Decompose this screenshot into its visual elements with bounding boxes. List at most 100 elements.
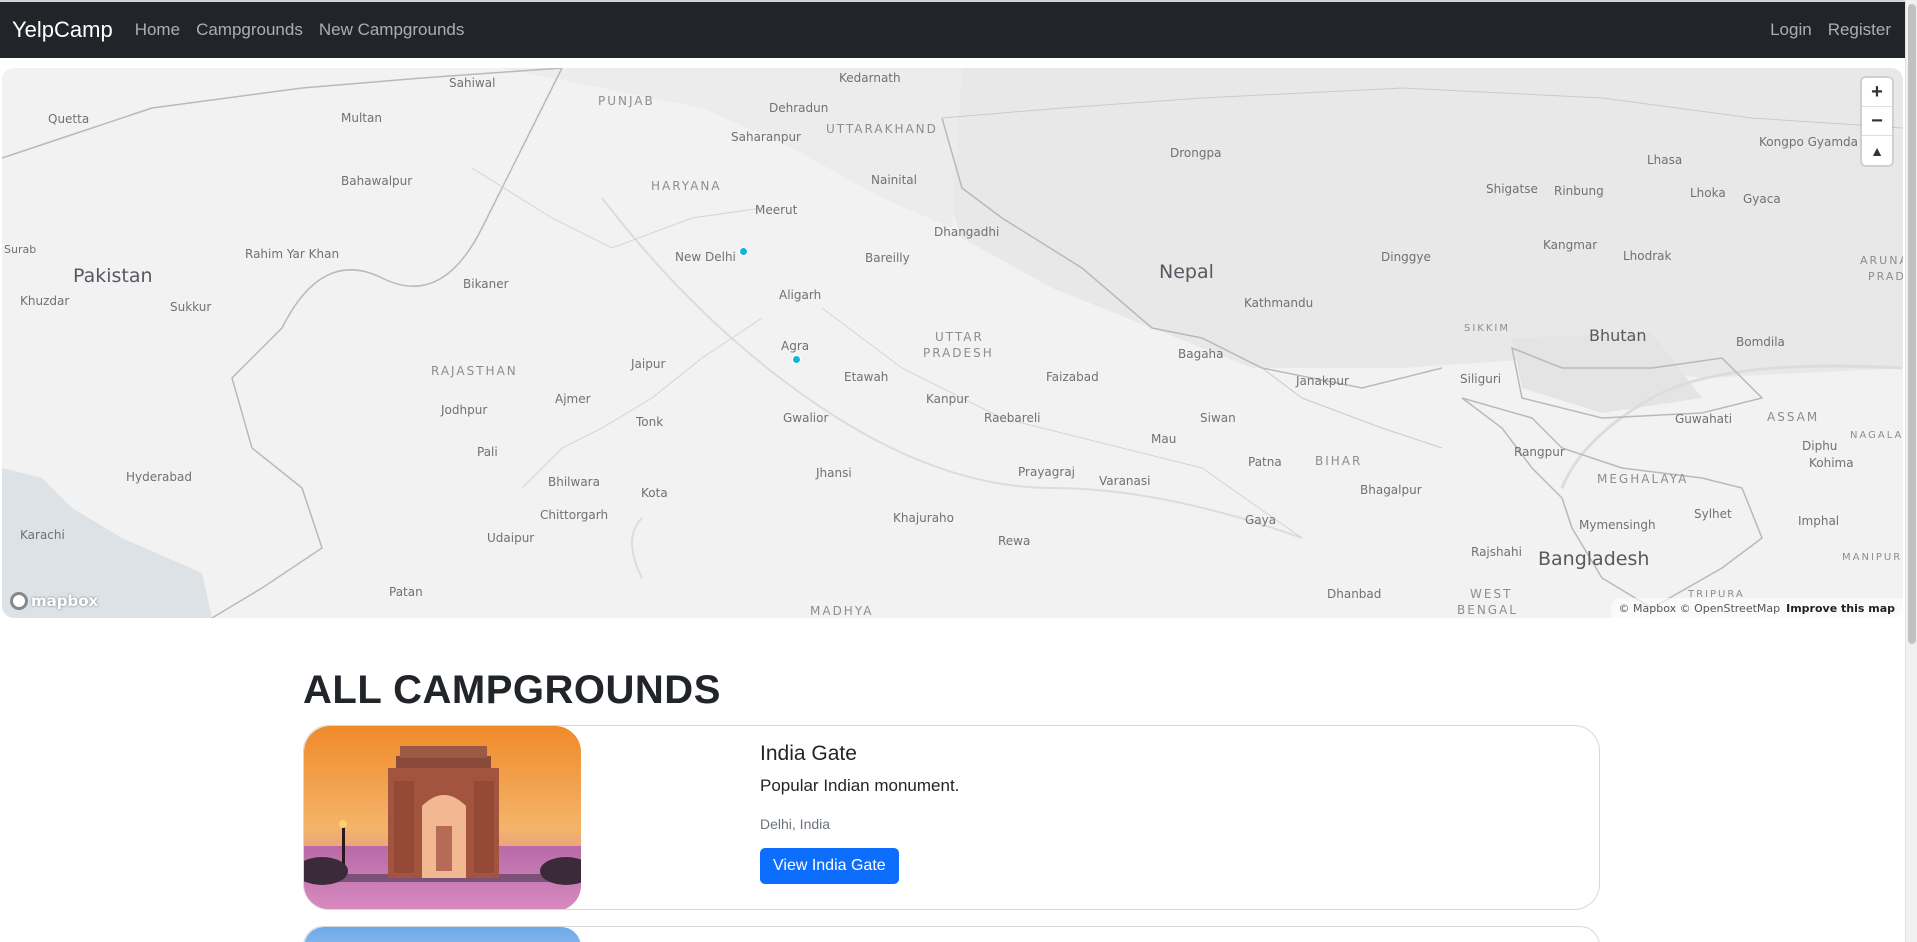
map-label-city: Lhasa — [1647, 153, 1683, 167]
compass-button[interactable]: ▲ — [1862, 136, 1892, 165]
map-label-city: Bhagalpur — [1360, 483, 1422, 497]
nav-new-campgrounds[interactable]: New Campgrounds — [319, 20, 465, 40]
map-label-west: WEST — [1470, 587, 1513, 601]
map-label-city: Sahiwal — [449, 76, 496, 90]
map-label-city: Kongpo Gyamda — [1759, 135, 1859, 149]
map-label-city: Aligarh — [779, 288, 822, 302]
map-label-city: Multan — [341, 111, 382, 125]
campground-image — [304, 726, 581, 909]
map-label-bengal: BENGAL — [1457, 603, 1518, 617]
map-label-city: Kota — [641, 486, 668, 500]
scrollbar-thumb[interactable] — [1908, 4, 1916, 644]
nav-home[interactable]: Home — [135, 20, 180, 40]
nav-login[interactable]: Login — [1770, 20, 1812, 40]
map-controls: + − ▲ — [1862, 78, 1892, 165]
map-label-city: Etawah — [844, 370, 889, 384]
map-label-city: Pali — [477, 445, 498, 459]
map-label-city: Patan — [389, 585, 423, 599]
map-label-city: Patna — [1248, 455, 1282, 469]
map-label-city: Siliguri — [1460, 372, 1502, 386]
mapbox-logo-text: mapbox — [31, 592, 99, 610]
map-label-city: Jhansi — [816, 466, 852, 480]
campground-card: India Gate Popular Indian monument. Delh… — [303, 725, 1600, 910]
map-label-prad: PRAD — [1868, 270, 1903, 283]
map-label-city: Bomdila — [1736, 335, 1785, 349]
map-label-city: Bahawalpur — [341, 174, 413, 188]
map-label-city: Sylhet — [1694, 507, 1732, 521]
map-label-city: Drongpa — [1170, 146, 1222, 160]
map-label-city: Khuzdar — [20, 294, 70, 308]
map-label-city: Chittorgarh — [540, 508, 609, 522]
nav-register[interactable]: Register — [1828, 20, 1891, 40]
map-label-city: Kathmandu — [1244, 296, 1314, 310]
campground-marker[interactable] — [792, 355, 801, 364]
map-label-pradesh: PRADESH — [923, 346, 994, 360]
map-label-city: Varanasi — [1099, 474, 1151, 488]
map-label-city: Udaipur — [487, 531, 535, 545]
map-label-city: Gwalior — [783, 411, 829, 425]
map-label-city: Mymensingh — [1579, 518, 1656, 532]
campground-description: Popular Indian monument. — [760, 776, 960, 795]
zoom-out-button[interactable]: − — [1862, 107, 1892, 136]
map-label-assam: ASSAM — [1767, 410, 1820, 424]
card-body: India Gate Popular Indian monument. Delh… — [760, 742, 959, 884]
map-label-city: Rajshahi — [1471, 545, 1522, 559]
map-label-city: Khajuraho — [893, 511, 955, 525]
map-label-city: Bikaner — [463, 277, 509, 291]
map-label-city: Quetta — [48, 112, 90, 126]
map-label-city: Kangmar — [1543, 238, 1598, 252]
map-label-punjab: PUNJAB — [598, 94, 655, 108]
map-label-city: Sukkur — [170, 300, 212, 314]
map-label-city: Janakpur — [1296, 374, 1349, 388]
map-label-city: Dinggye — [1381, 250, 1431, 264]
map-label-city: Kohima — [1809, 456, 1854, 470]
brand-link[interactable]: YelpCamp — [12, 17, 113, 43]
map-label-city: Tonk — [636, 415, 664, 429]
campground-marker[interactable] — [739, 247, 748, 256]
attribution-text[interactable]: © Mapbox © OpenStreetMap — [1619, 602, 1781, 615]
cluster-map[interactable]: Pakistan Nepal Bhutan Bangladesh PUNJAB … — [2, 68, 1903, 618]
map-label-city: Bagaha — [1178, 347, 1224, 361]
map-label-city: Kanpur — [926, 392, 969, 406]
navbar: YelpCamp Home Campgrounds New Campground… — [0, 0, 1905, 58]
zoom-in-button[interactable]: + — [1862, 78, 1892, 107]
map-label-city: Meerut — [755, 203, 798, 217]
map-label-city: Agra — [781, 339, 810, 353]
map-label-city: Ajmer — [555, 392, 591, 406]
campground-card — [303, 926, 1600, 942]
map-label-manipur: MANIPUR — [1842, 552, 1903, 563]
map-label-city: Shigatse — [1486, 182, 1538, 196]
map-label-city: Rangpur — [1514, 445, 1565, 459]
map-label-city: Siwan — [1200, 411, 1236, 425]
map-attribution: © Mapbox © OpenStreetMap Improve this ma… — [1610, 598, 1903, 618]
campground-location: Delhi, India — [760, 816, 831, 832]
nav-left: Home Campgrounds New Campgrounds — [135, 20, 481, 40]
map-label-city: Faizabad — [1046, 370, 1099, 384]
page-scrollbar[interactable] — [1905, 0, 1917, 942]
map-label-nagaland: NAGALAND — [1850, 430, 1903, 441]
map-label-city: Surab — [4, 243, 37, 256]
map-label-city: Diphu — [1802, 439, 1838, 453]
mapbox-logo[interactable]: mapbox — [10, 592, 98, 610]
map-label-sikkim: SIKKIM — [1464, 323, 1510, 334]
map-label-city: New Delhi — [675, 250, 736, 264]
map-label-pakistan: Pakistan — [73, 265, 153, 287]
map-label-city: Lhodrak — [1623, 249, 1672, 263]
map-label-city: Imphal — [1798, 514, 1840, 528]
map-label-city: Mau — [1151, 432, 1177, 446]
improve-map-link[interactable]: Improve this map — [1786, 602, 1895, 615]
map-label-city: Rinbung — [1554, 184, 1604, 198]
map-label-city: Dhanbad — [1327, 587, 1382, 601]
map-label-city: Karachi — [20, 528, 65, 542]
map-label-uttarakhand: UTTARAKHAND — [826, 122, 938, 136]
view-campground-button[interactable]: View India Gate — [760, 848, 899, 884]
campground-image — [304, 927, 581, 942]
map-label-bangladesh: Bangladesh — [1538, 548, 1650, 570]
map-label-meghalaya: MEGHALAYA — [1597, 472, 1689, 486]
map-label-city: Nainital — [871, 173, 917, 187]
map-label-city: Saharanpur — [731, 130, 801, 144]
map-label-city: Dhangadhi — [934, 225, 1000, 239]
map-label-city: Raebareli — [984, 411, 1041, 425]
map-label-city: Prayagraj — [1018, 465, 1076, 479]
nav-campgrounds[interactable]: Campgrounds — [196, 20, 303, 40]
